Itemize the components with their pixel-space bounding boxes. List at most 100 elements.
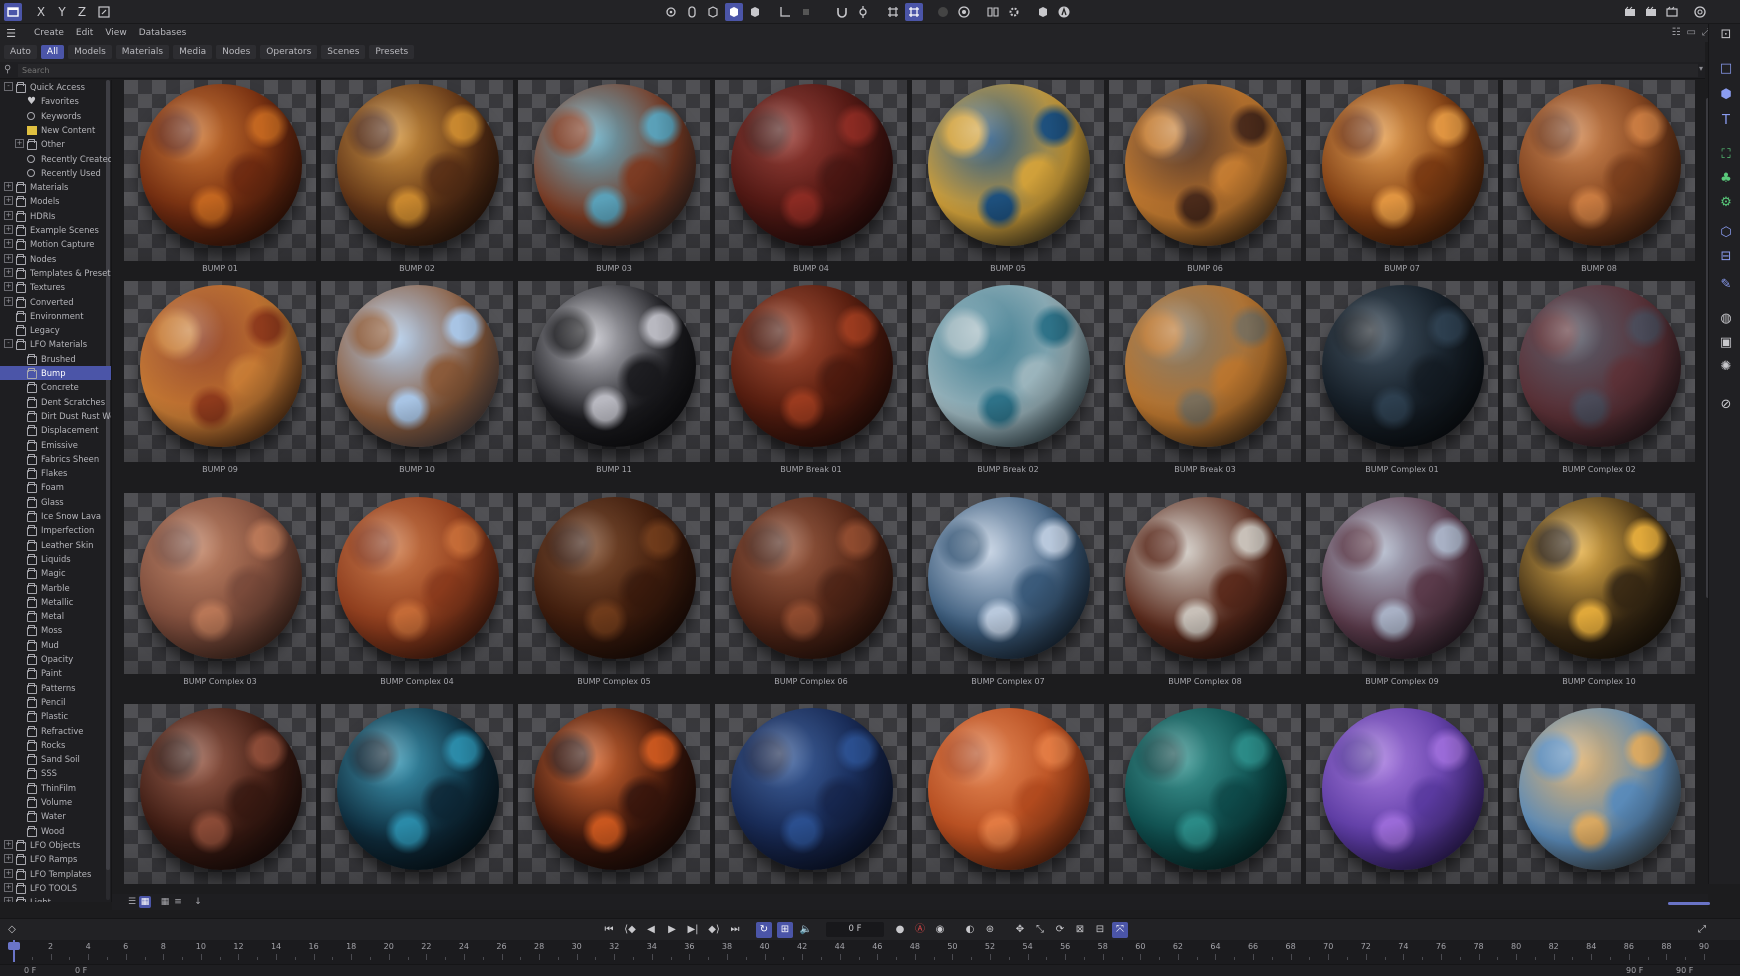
tree-item-liquids[interactable]: Liquids	[0, 552, 111, 566]
material-tile[interactable]: BUMP 11	[518, 281, 710, 477]
app-menu-icon[interactable]	[4, 3, 22, 21]
filter-tab-models[interactable]: Models	[68, 45, 112, 59]
tree-item-glass[interactable]: Glass	[0, 495, 111, 509]
panel-window-icon[interactable]: ▭	[1687, 27, 1696, 38]
axis-z-toggle[interactable]: Z	[74, 3, 90, 21]
text-object-icon[interactable]: T	[1717, 112, 1735, 130]
tree-item-wood[interactable]: Wood	[0, 824, 111, 838]
material-tile[interactable]	[1503, 704, 1695, 884]
render-settings-icon[interactable]	[984, 3, 1002, 21]
tree-item-emissive[interactable]: Emissive	[0, 438, 111, 452]
tree-item-recently-created[interactable]: Recently Created	[0, 152, 111, 166]
expand-icon[interactable]: +	[4, 239, 13, 249]
previous-key-icon[interactable]: ⟨◆	[622, 922, 638, 938]
tree-item-recently-used[interactable]: Recently Used	[0, 166, 111, 180]
record-off-icon[interactable]: ●	[892, 922, 908, 938]
material-tile[interactable]: BUMP Complex 05	[518, 493, 710, 689]
menu-view[interactable]: View	[105, 28, 126, 38]
material-tile[interactable]: BUMP Complex 02	[1503, 281, 1695, 477]
tree-item-materials[interactable]: + Materials	[0, 180, 111, 194]
range-start-right[interactable]: 0 F	[75, 966, 87, 975]
render-region-icon[interactable]	[934, 3, 952, 21]
scale-key-icon[interactable]: ⤡	[1032, 922, 1048, 938]
panel-toggle-icon[interactable]: ⊡	[1717, 26, 1735, 44]
tree-item-example-scenes[interactable]: + Example Scenes	[0, 223, 111, 237]
expand-icon[interactable]: +	[15, 139, 24, 149]
current-frame-field[interactable]: 0 F	[826, 922, 884, 937]
tree-item-flakes[interactable]: Flakes	[0, 466, 111, 480]
tree-item-mud[interactable]: Mud	[0, 638, 111, 652]
material-tile[interactable]: BUMP Complex 10	[1503, 493, 1695, 689]
tree-item-ice-snow-lava[interactable]: Ice Snow Lava	[0, 509, 111, 523]
material-tile[interactable]: BUMP 08	[1503, 80, 1695, 276]
go-to-end-icon[interactable]: ⏭	[727, 922, 743, 938]
keyframe-diamond-icon[interactable]: ◇	[4, 922, 20, 938]
range-start-left[interactable]: 0 F	[24, 966, 36, 975]
menu-edit[interactable]: Edit	[76, 28, 93, 38]
tree-item-light[interactable]: + Light	[0, 895, 111, 902]
filter-tab-operators[interactable]: Operators	[260, 45, 318, 59]
tree-item-magic[interactable]: Magic	[0, 566, 111, 580]
tree-item-leather-skin[interactable]: Leather Skin	[0, 538, 111, 552]
range-end-right[interactable]: 90 F	[1676, 966, 1693, 975]
expand-icon[interactable]: +	[4, 282, 13, 292]
material-tile[interactable]: BUMP Break 02	[912, 281, 1104, 477]
thumbnail-view-icon[interactable]: ▦	[139, 896, 151, 908]
previous-frame-icon[interactable]: ◀	[643, 922, 659, 938]
tree-item-environment[interactable]: Environment	[0, 309, 111, 323]
tree-item-rocks[interactable]: Rocks	[0, 738, 111, 752]
expand-icon[interactable]: +	[4, 225, 13, 234]
snap-settings-icon[interactable]	[854, 3, 872, 21]
generator-icon[interactable]: ⛶	[1717, 146, 1735, 164]
play-icon[interactable]: ▶	[664, 922, 680, 938]
tree-item-lfo-templates[interactable]: + LFO Templates	[0, 867, 111, 881]
axis-x-toggle[interactable]: X	[33, 3, 49, 21]
material-tile[interactable]: BUMP Break 03	[1109, 281, 1301, 477]
material-icon[interactable]	[1034, 3, 1052, 21]
search-dropdown-icon[interactable]: ▾	[1699, 64, 1703, 73]
cloner-icon[interactable]: ♣	[1717, 170, 1735, 188]
tree-item-refractive[interactable]: Refractive	[0, 724, 111, 738]
tree-item-brushed[interactable]: Brushed	[0, 352, 111, 366]
tree-item-motion-capture[interactable]: + Motion Capture	[0, 237, 111, 251]
sort-icon[interactable]: ≡	[172, 896, 184, 908]
material-tile[interactable]	[1109, 704, 1301, 884]
material-tile[interactable]: BUMP Break 01	[715, 281, 907, 477]
filter-tab-all[interactable]: All	[40, 45, 65, 59]
mouse-tool-icon[interactable]	[683, 3, 701, 21]
material-tile[interactable]: BUMP 04	[715, 80, 907, 276]
parameter-key-icon[interactable]: ⊠	[1072, 922, 1088, 938]
tree-item-converted[interactable]: + Converted	[0, 295, 111, 309]
playback-mode-icon[interactable]: ⊞	[777, 922, 793, 938]
filter-tab-materials[interactable]: Materials	[115, 45, 170, 59]
auto-key-icon[interactable]	[1055, 3, 1073, 21]
render-view-icon[interactable]	[955, 3, 973, 21]
material-tile[interactable]: BUMP 09	[124, 281, 316, 477]
expand-icon[interactable]: +	[4, 182, 13, 192]
tree-item-quick-access[interactable]: - Quick Access	[0, 80, 111, 94]
search-input[interactable]	[18, 64, 1698, 77]
position-key-icon[interactable]: ✥	[1012, 922, 1028, 938]
timeline-expand-icon[interactable]: ⤢	[1694, 922, 1710, 938]
tree-item-metal[interactable]: Metal	[0, 609, 111, 623]
material-tile[interactable]: BUMP 03	[518, 80, 710, 276]
tree-item-bump[interactable]: Bump	[0, 366, 111, 380]
sound-icon[interactable]: 🔈	[798, 922, 814, 938]
go-to-start-icon[interactable]: ⏮	[601, 922, 617, 938]
tree-item-pencil[interactable]: Pencil	[0, 695, 111, 709]
material-tile[interactable]: BUMP Complex 08	[1109, 493, 1301, 689]
range-end-left[interactable]: 90 F	[1626, 966, 1643, 975]
points-mode-icon[interactable]	[746, 3, 764, 21]
tree-item-metallic[interactable]: Metallic	[0, 595, 111, 609]
workplane-grid-icon[interactable]	[905, 3, 923, 21]
grid-icon[interactable]	[884, 3, 902, 21]
tree-item-imperfection[interactable]: Imperfection	[0, 523, 111, 537]
tree-item-lfo-ramps[interactable]: + LFO Ramps	[0, 852, 111, 866]
material-tile[interactable]: BUMP Complex 06	[715, 493, 907, 689]
menu-create[interactable]: Create	[34, 28, 64, 38]
cube-tool-icon[interactable]	[704, 3, 722, 21]
tree-item-dirt-dust-rust-wet[interactable]: Dirt Dust Rust Wet	[0, 409, 111, 423]
rotation-key-icon[interactable]: ⟳	[1052, 922, 1068, 938]
filter-tab-presets[interactable]: Presets	[369, 45, 415, 59]
tree-item-sand-soil[interactable]: Sand Soil	[0, 752, 111, 766]
